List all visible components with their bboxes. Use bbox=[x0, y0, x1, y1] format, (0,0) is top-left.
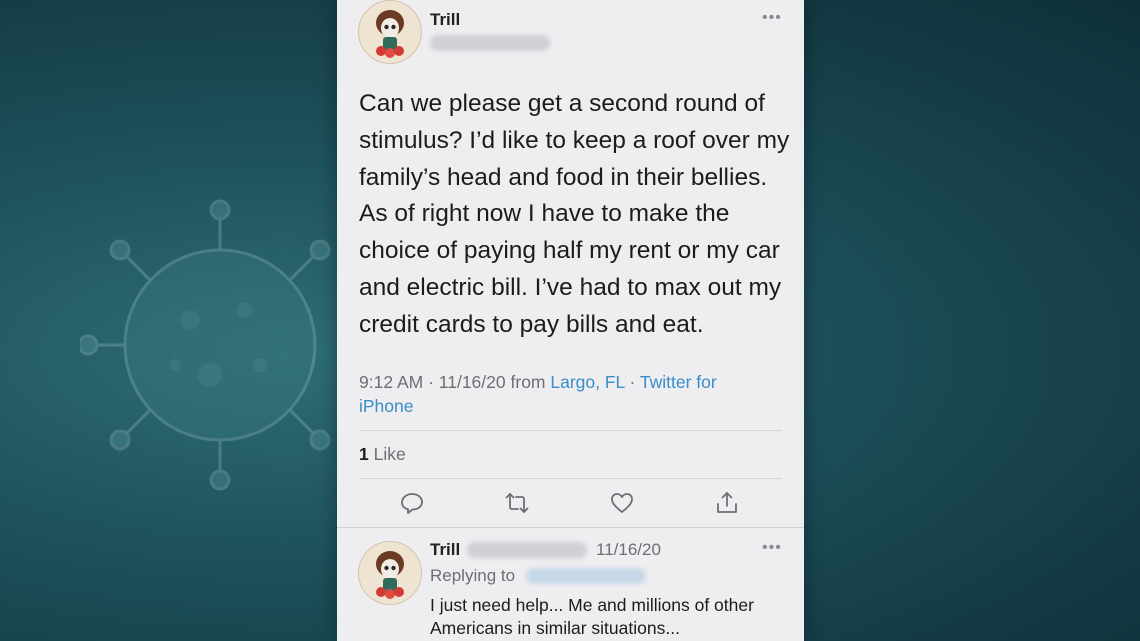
retweet-button[interactable] bbox=[504, 490, 530, 516]
retweet-icon bbox=[505, 493, 529, 513]
tweet-text: Can we please get a second round of stim… bbox=[359, 90, 790, 338]
reply-button[interactable] bbox=[399, 490, 425, 516]
reply-text-line2: Americans in similar situations... bbox=[430, 618, 680, 638]
reply-author-avatar[interactable] bbox=[358, 541, 422, 605]
like-count-number: 1 bbox=[359, 444, 369, 464]
meta-divider bbox=[359, 430, 782, 431]
source-link-line2[interactable]: iPhone bbox=[359, 396, 414, 416]
meta-separator: · bbox=[428, 372, 439, 392]
reply-author-name[interactable]: Trill bbox=[430, 540, 460, 560]
replying-to-label: Replying to bbox=[430, 566, 516, 585]
like-label: Like bbox=[373, 444, 406, 464]
reply-icon bbox=[401, 493, 423, 514]
location-link[interactable]: Largo, FL bbox=[550, 372, 624, 392]
meta-separator-2: · bbox=[629, 372, 640, 392]
author-name[interactable]: Trill bbox=[430, 10, 460, 30]
reply-text-line1: I just need help... Me and millions of o… bbox=[430, 595, 754, 615]
like-heart-icon bbox=[611, 493, 633, 513]
reply-more-options-button[interactable]: ••• bbox=[762, 539, 782, 557]
likes-divider bbox=[359, 478, 782, 479]
avatar-illustration-icon bbox=[359, 542, 421, 604]
likes-count[interactable]: 1 Like bbox=[359, 444, 406, 465]
tweet-meta: 9:12 AM · 11/16/20 from Largo, FL · Twit… bbox=[359, 370, 779, 418]
tweet-time: 9:12 AM bbox=[359, 372, 424, 392]
replying-to-handle-redacted[interactable] bbox=[526, 568, 646, 584]
reply-handle-redacted bbox=[467, 542, 587, 558]
from-label: from bbox=[510, 372, 546, 392]
tweet-date: 11/16/20 bbox=[438, 372, 506, 392]
share-button[interactable] bbox=[714, 490, 740, 516]
reply-date: 11/16/20 bbox=[596, 540, 661, 559]
avatar-illustration-icon bbox=[359, 1, 421, 63]
reply-text: I just need help... Me and millions of o… bbox=[430, 594, 790, 640]
source-link-line1[interactable]: Twitter for bbox=[640, 372, 717, 392]
more-options-button[interactable]: ••• bbox=[762, 9, 782, 27]
tweet-card: Trill ••• Can we please get a second rou… bbox=[337, 0, 804, 641]
share-icon bbox=[717, 492, 737, 513]
like-button[interactable] bbox=[609, 490, 635, 516]
author-avatar[interactable] bbox=[358, 0, 422, 64]
reply-separator bbox=[337, 527, 804, 528]
author-handle-redacted bbox=[430, 35, 550, 51]
background-virus-illustration bbox=[80, 199, 331, 491]
